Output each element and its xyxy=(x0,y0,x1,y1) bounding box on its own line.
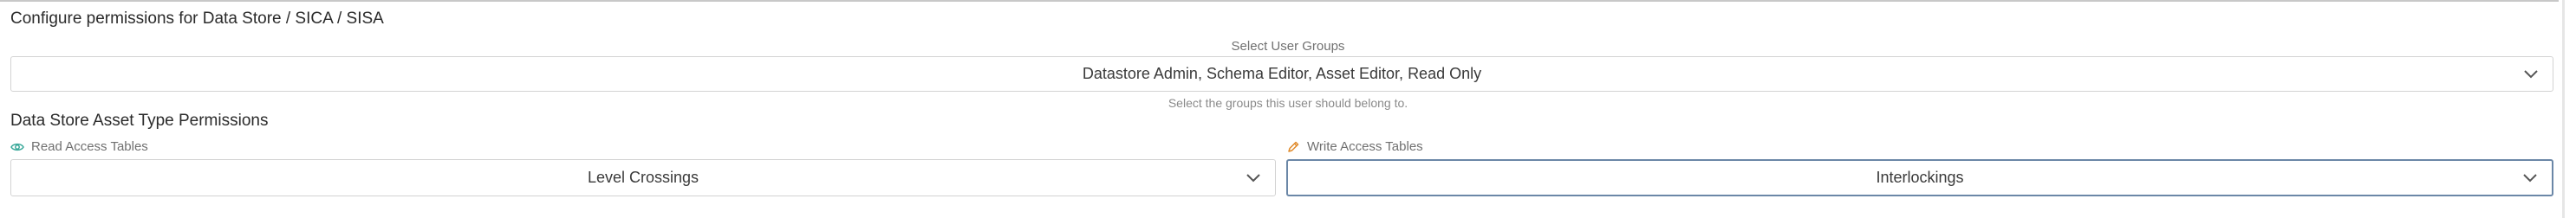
read-access-label: Read Access Tables xyxy=(10,137,148,157)
page-title: Configure permissions for Data Store / S… xyxy=(10,10,384,28)
user-groups-select[interactable]: Datastore Admin, Schema Editor, Asset Ed… xyxy=(10,56,2553,92)
user-groups-label: Select User Groups xyxy=(1231,39,1345,54)
user-groups-selected-value: Datastore Admin, Schema Editor, Asset Ed… xyxy=(1082,65,1482,82)
top-divider xyxy=(0,0,2559,2)
chevron-down-icon[interactable] xyxy=(2522,173,2538,183)
write-access-selected-value: Interlockings xyxy=(1876,169,1964,186)
pencil-icon xyxy=(1286,140,1300,154)
read-access-label-text: Read Access Tables xyxy=(31,139,148,154)
write-access-label-text: Write Access Tables xyxy=(1307,139,1423,154)
chevron-down-icon[interactable] xyxy=(2523,69,2539,80)
chevron-down-icon[interactable] xyxy=(1246,173,1261,183)
read-access-selected-value: Level Crossings xyxy=(587,169,699,186)
read-access-select[interactable]: Level Crossings xyxy=(10,159,1276,196)
eye-icon xyxy=(10,140,24,154)
write-access-select[interactable]: Interlockings xyxy=(1286,159,2553,196)
asset-permissions-title: Data Store Asset Type Permissions xyxy=(10,112,269,130)
user-groups-helper-text: Select the groups this user should belon… xyxy=(1168,96,1408,110)
write-access-label: Write Access Tables xyxy=(1286,137,1423,157)
